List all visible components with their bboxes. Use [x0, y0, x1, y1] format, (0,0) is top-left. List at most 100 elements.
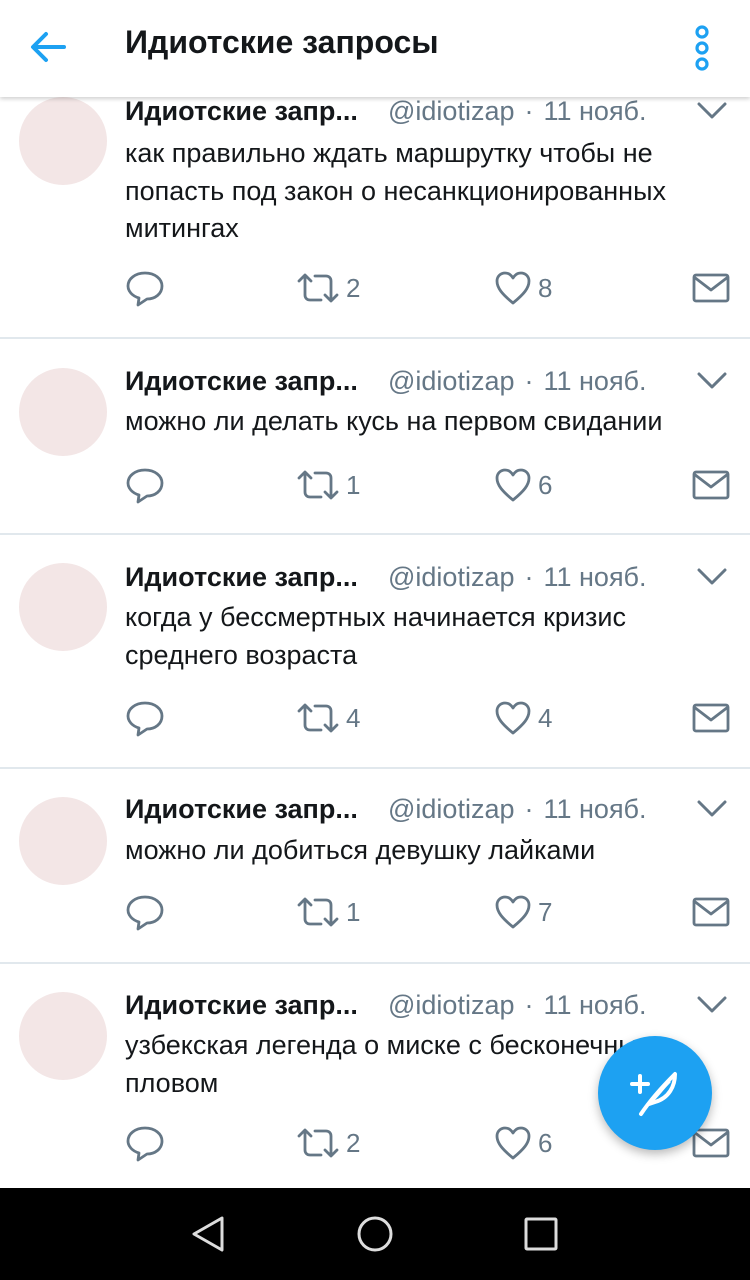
- tweet-actions: 1 6: [0, 464, 750, 506]
- retweet-count: 2: [346, 272, 361, 303]
- tweet-date: 11 нояб.: [543, 989, 647, 1020]
- retweet-count: 1: [346, 896, 361, 927]
- tweet-author-name[interactable]: Идиотские запр...: [125, 562, 373, 593]
- tweet-item[interactable]: Идиотские запр... @idiotizap · 11 нояб. …: [0, 769, 750, 964]
- tweet-author-name[interactable]: Идиотские запр...: [125, 990, 373, 1021]
- tweet-date: 11 нояб.: [543, 97, 647, 126]
- reply-icon: [126, 701, 164, 737]
- retweet-button[interactable]: 1: [296, 891, 360, 933]
- page-title: Идиотские запросы: [125, 24, 439, 60]
- tweet-date: 11 нояб.: [543, 561, 647, 592]
- separator-dot: ·: [524, 365, 534, 396]
- tweet-menu-button[interactable]: [694, 990, 730, 1020]
- like-button[interactable]: 8: [494, 267, 552, 309]
- envelope-icon: [692, 273, 730, 303]
- more-vertical-icon: [695, 25, 709, 71]
- tweet-item[interactable]: Идиотские запр... @idiotizap · 11 нояб. …: [0, 535, 750, 769]
- tweet-date: 11 нояб.: [543, 793, 647, 824]
- reply-icon: [126, 1126, 164, 1162]
- reply-icon: [126, 895, 164, 931]
- tweet-actions: 2 8: [0, 267, 750, 309]
- tweet-item[interactable]: Идиотские запр... @idiotizap · 11 нояб. …: [0, 339, 750, 535]
- reply-button[interactable]: [125, 697, 165, 739]
- like-button[interactable]: 7: [494, 891, 552, 933]
- tweet-text: можно ли делать кусь на первом свидании: [125, 406, 663, 436]
- retweet-count: 2: [346, 1127, 361, 1158]
- system-back-button[interactable]: [178, 1204, 238, 1264]
- like-button[interactable]: 6: [494, 464, 552, 506]
- tweet-text: когда у бессмертных начинается кризис ср…: [125, 602, 626, 670]
- tweet-author-handle: @idiotizap: [388, 989, 515, 1020]
- envelope-icon: [692, 470, 730, 500]
- chevron-down-icon: [697, 996, 727, 1013]
- reply-button[interactable]: [125, 267, 165, 309]
- tweet-feed[interactable]: Идиотские запр... @idiotizap · 11 нояб. …: [0, 97, 750, 1188]
- tweet-item[interactable]: Идиотские запр... @idiotizap · 11 нояб. …: [0, 97, 750, 339]
- tweet-header: Идиотские запр... @idiotizap · 11 нояб.: [125, 363, 647, 399]
- share-dm-button[interactable]: [692, 464, 730, 506]
- chevron-down-icon: [697, 102, 727, 119]
- retweet-count: 1: [346, 469, 361, 500]
- retweet-icon: [297, 470, 339, 500]
- back-button[interactable]: [18, 18, 78, 76]
- reply-icon: [126, 271, 164, 307]
- share-dm-button[interactable]: [692, 267, 730, 309]
- like-button[interactable]: 4: [494, 697, 552, 739]
- retweet-count: 4: [346, 702, 361, 733]
- square-recents-icon: [524, 1217, 558, 1251]
- reply-icon: [126, 468, 164, 504]
- tweet-author-handle: @idiotizap: [388, 793, 515, 824]
- heart-icon: [495, 895, 531, 929]
- tweet-author-handle: @idiotizap: [388, 365, 515, 396]
- tweet-author-handle: @idiotizap: [388, 97, 515, 126]
- tweet-actions: 4 4: [0, 697, 750, 739]
- share-dm-button[interactable]: [692, 891, 730, 933]
- tweet-text: можно ли добиться девушку лайками: [125, 835, 596, 865]
- tweet-author-name[interactable]: Идиотские запр...: [125, 794, 373, 825]
- like-button[interactable]: 6: [494, 1122, 552, 1164]
- retweet-icon: [297, 897, 339, 927]
- compose-tweet-button[interactable]: [598, 1036, 712, 1150]
- tweet-menu-button[interactable]: [694, 366, 730, 396]
- tweet-header: Идиотские запр... @idiotizap · 11 нояб.: [125, 97, 647, 129]
- separator-dot: ·: [524, 989, 534, 1020]
- retweet-button[interactable]: 4: [296, 697, 360, 739]
- avatar[interactable]: [19, 992, 107, 1080]
- like-count: 7: [538, 896, 553, 927]
- like-count: 6: [538, 469, 553, 500]
- like-count: 4: [538, 702, 553, 733]
- retweet-button[interactable]: 2: [296, 267, 360, 309]
- tweet-menu-button[interactable]: [694, 97, 730, 126]
- reply-button[interactable]: [125, 1122, 165, 1164]
- app-screen: Идиотские запросы Идиотские запр... @idi…: [0, 0, 750, 1280]
- reply-button[interactable]: [125, 891, 165, 933]
- avatar[interactable]: [19, 563, 107, 651]
- share-dm-button[interactable]: [692, 697, 730, 739]
- tweet-author-name[interactable]: Идиотские запр...: [125, 366, 373, 397]
- retweet-icon: [297, 273, 339, 303]
- like-count: 6: [538, 1127, 553, 1158]
- system-home-button[interactable]: [345, 1204, 405, 1264]
- tweet-author-name[interactable]: Идиотские запр...: [125, 97, 373, 127]
- retweet-icon: [297, 1128, 339, 1158]
- retweet-button[interactable]: 2: [296, 1122, 360, 1164]
- retweet-icon: [297, 703, 339, 733]
- system-recents-button[interactable]: [511, 1204, 571, 1264]
- circle-home-icon: [357, 1216, 393, 1252]
- chevron-down-icon: [697, 568, 727, 585]
- envelope-icon: [692, 1128, 730, 1158]
- chevron-down-icon: [697, 372, 727, 389]
- avatar[interactable]: [19, 368, 107, 456]
- reply-button[interactable]: [125, 464, 165, 506]
- tweet-author-handle: @idiotizap: [388, 561, 515, 592]
- heart-icon: [495, 468, 531, 502]
- avatar[interactable]: [19, 797, 107, 885]
- more-options-button[interactable]: [680, 20, 724, 76]
- tweet-header: Идиотские запр... @idiotizap · 11 нояб.: [125, 559, 647, 595]
- heart-icon: [495, 701, 531, 735]
- retweet-button[interactable]: 1: [296, 464, 360, 506]
- tweet-menu-button[interactable]: [694, 562, 730, 592]
- compose-tweet-icon: [630, 1072, 677, 1116]
- tweet-menu-button[interactable]: [694, 794, 730, 824]
- avatar[interactable]: [19, 97, 107, 185]
